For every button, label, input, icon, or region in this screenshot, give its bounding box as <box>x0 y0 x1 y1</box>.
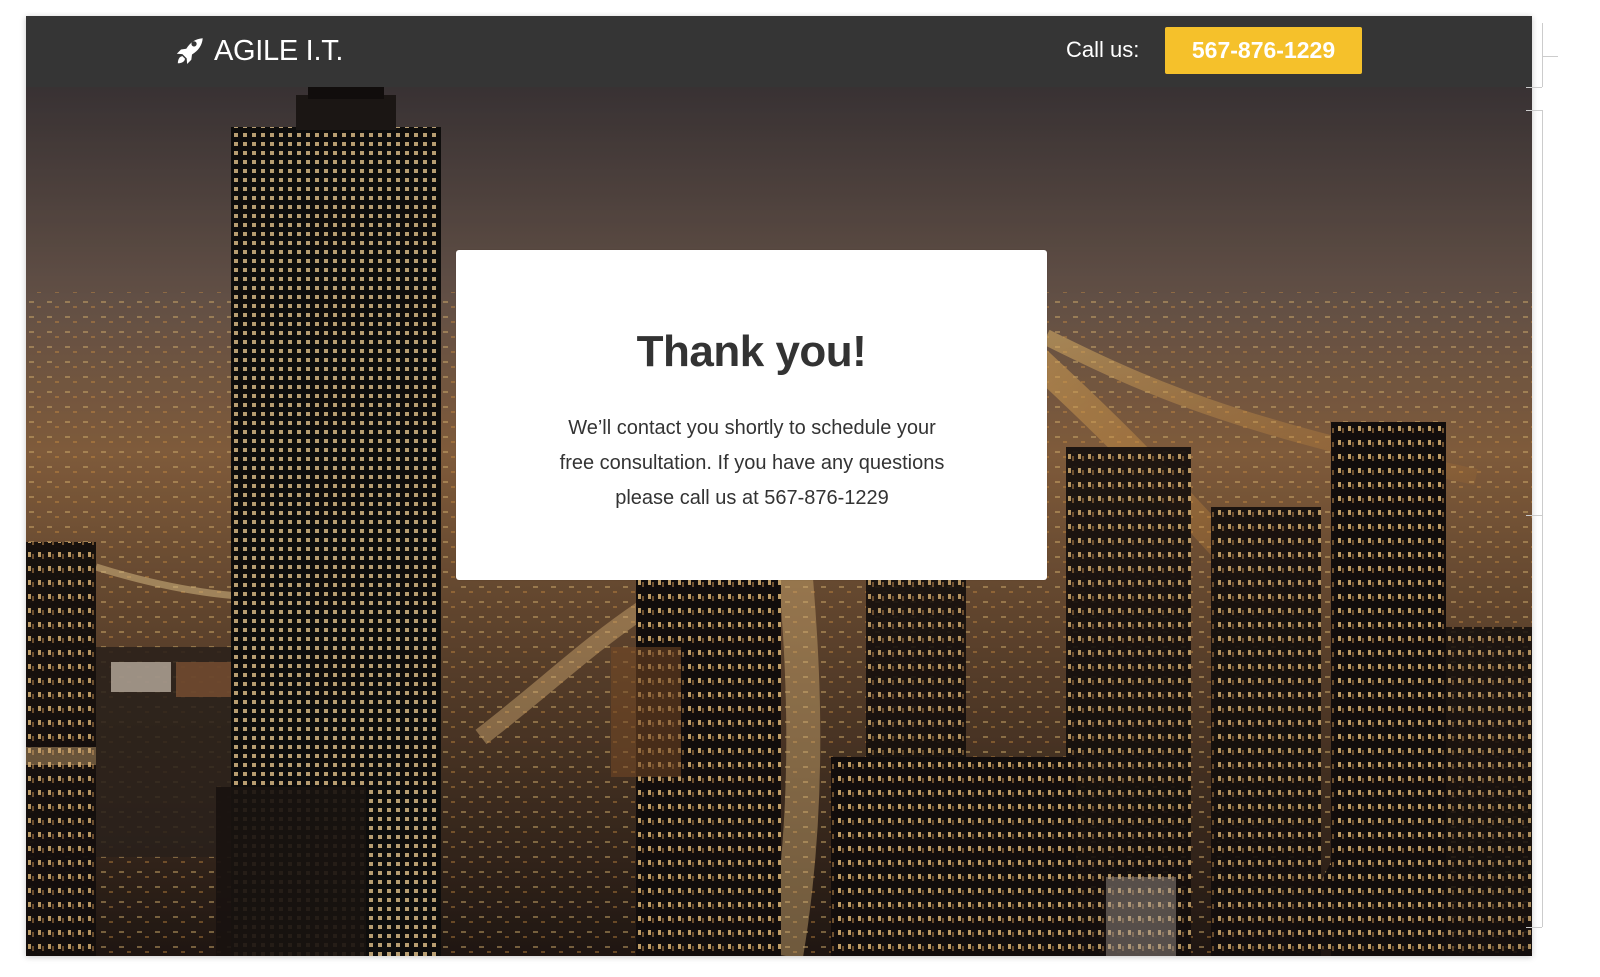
brand-name: AGILE I.T. <box>214 34 344 67</box>
confirmation-message: We’ll contact you shortly to schedule yo… <box>550 411 954 516</box>
right-edge-guide-tick <box>1526 87 1542 88</box>
message-line: We’ll contact you shortly to schedule yo… <box>568 417 936 439</box>
right-edge-guide <box>1542 515 1543 927</box>
right-edge-guide-tick <box>1526 927 1542 928</box>
right-edge-guide <box>1542 23 1543 87</box>
right-edge-guide-tick <box>1526 110 1542 111</box>
message-line: free consultation. If you have any quest… <box>559 452 945 474</box>
call-us-label: Call us: <box>1066 37 1140 62</box>
thank-you-modal: Thank you! We’ll contact you shortly to … <box>456 250 1047 580</box>
thank-you-heading: Thank you! <box>636 327 867 376</box>
page-frame: AGILE I.T. Call us: 567-876-1229 Thank y… <box>26 16 1532 956</box>
message-line: please call us at 567-876-1229 <box>615 487 889 509</box>
right-edge-guide-tick <box>1526 515 1542 516</box>
right-edge-guide-tick <box>1542 56 1558 57</box>
site-logo[interactable]: AGILE I.T. <box>174 34 343 68</box>
top-navigation-bar: AGILE I.T. Call us: 567-876-1229 <box>26 16 1532 87</box>
rocket-icon <box>176 38 203 64</box>
phone-number-button[interactable]: 567-876-1229 <box>1165 27 1362 74</box>
city-background: Thank you! We’ll contact you shortly to … <box>26 87 1532 956</box>
right-edge-guide <box>1542 110 1543 516</box>
